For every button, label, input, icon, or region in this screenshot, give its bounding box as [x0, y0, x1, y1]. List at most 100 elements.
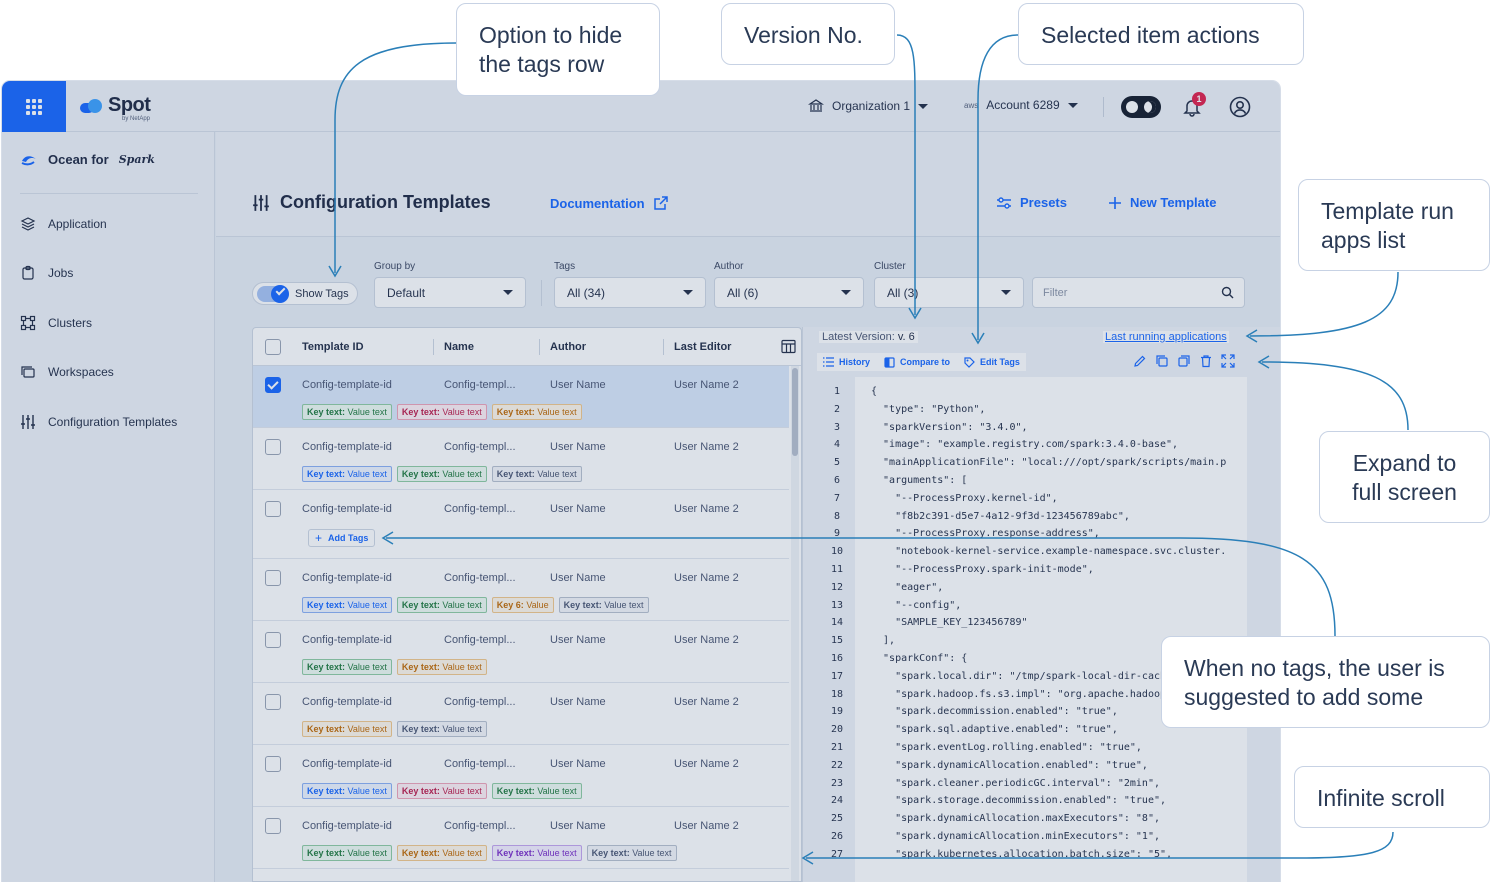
tag-chip[interactable]: Key text: Value text — [302, 659, 392, 675]
sidebar-item-label: Workspaces — [48, 365, 114, 379]
line-number: 16 — [830, 653, 844, 664]
expand-fullscreen-icon[interactable] — [1221, 354, 1235, 368]
user-avatar-icon[interactable] — [1229, 96, 1251, 118]
sidebar-item-clusters[interactable]: Clusters — [20, 313, 92, 333]
tag-chip[interactable]: Key text: Value text — [396, 404, 487, 420]
sidebar-item-workspaces[interactable]: Workspaces — [20, 362, 114, 382]
history-button[interactable]: History — [823, 357, 870, 367]
show-tags-toggle[interactable]: Show Tags — [252, 282, 358, 305]
cell-last-editor: User Name 2 — [674, 696, 739, 708]
tag-chip[interactable]: Key text: Value text — [302, 845, 392, 861]
row-checkbox[interactable] — [265, 818, 281, 834]
tag-key: Key text: — [591, 848, 630, 858]
row-checkbox[interactable] — [265, 756, 281, 772]
tag-chip[interactable]: Key 6: Value — [491, 597, 554, 613]
row-tags: Key text: Value text Key text: Value text… — [302, 597, 649, 613]
row-checkbox[interactable] — [265, 439, 281, 455]
callout-text: suggested to add some — [1184, 684, 1424, 710]
tag-chip[interactable]: Key text: Value text — [396, 783, 487, 799]
row-checkbox[interactable] — [265, 501, 281, 517]
tag-chip[interactable]: Key text: Value text — [302, 466, 392, 482]
tags-select[interactable]: All (34) — [554, 277, 706, 308]
tag-chip[interactable]: Key text: Value text — [586, 845, 677, 861]
tags-value: All (34) — [567, 285, 606, 300]
product-switcher[interactable]: Ocean for Spark — [20, 152, 155, 167]
tag-chip[interactable]: Key text: Value text — [396, 659, 487, 675]
sidebar-item-jobs[interactable]: Jobs — [20, 263, 73, 283]
tag-value: Value text — [537, 786, 577, 796]
sidebar-item-application[interactable]: Application — [20, 214, 107, 234]
tag-chip[interactable]: Key text: Value text — [491, 783, 582, 799]
compare-to-button[interactable]: Compare to — [884, 356, 951, 368]
duplicate-icon[interactable] — [1155, 354, 1169, 368]
table-scrollbar[interactable] — [791, 366, 799, 881]
select-all-checkbox[interactable] — [265, 339, 281, 355]
edit-tags-button[interactable]: Edit Tags — [964, 356, 1020, 368]
cluster-select[interactable]: All (3) — [874, 277, 1024, 308]
tag-chip[interactable]: Key text: Value text — [396, 845, 487, 861]
last-running-applications-link[interactable]: Last running applications — [1103, 331, 1229, 343]
tag-key: Key text: — [307, 848, 346, 858]
line-number: 8 — [833, 510, 841, 522]
column-header-last-editor[interactable]: Last Editor — [674, 341, 731, 353]
table-row[interactable]: Config-template-id Config-templ... User Na… — [253, 366, 789, 428]
edit-icon[interactable] — [1133, 354, 1147, 368]
column-header-template-id[interactable]: Template ID — [302, 341, 364, 353]
code-line: "spark.sql.adaptive.enabled": "true", — [871, 724, 1118, 736]
callout-text: full screen — [1352, 479, 1457, 505]
table-row[interactable]: Config-template-id Config-templ... User Na… — [253, 683, 789, 745]
table-row[interactable]: Config-template-id Config-templ... User Na… — [253, 559, 789, 621]
history-label: History — [839, 357, 871, 367]
documentation-link[interactable]: Documentation — [550, 195, 669, 211]
row-checkbox[interactable] — [265, 694, 281, 710]
add-tags-button[interactable]: + Add Tags — [308, 529, 376, 547]
new-template-button[interactable]: New Template — [1108, 195, 1216, 210]
tag-chip[interactable]: Key text: Value text — [396, 597, 487, 613]
code-editor[interactable]: 1 2 3 4 5 6 7 8 9 10 11 12 13 14 15 16 17 18 19 20 21 22 23 24 2… — [819, 377, 1247, 882]
trash-icon[interactable] — [1199, 354, 1213, 368]
column-header-author[interactable]: Author — [550, 341, 586, 353]
account-selector[interactable]: aws Account 6289 — [964, 98, 1078, 112]
filter-input[interactable]: Filter — [1032, 277, 1245, 308]
scroll-thumb[interactable] — [792, 368, 798, 456]
table-row[interactable]: Config-template-id Config-templ... User Na… — [253, 428, 789, 490]
theme-toggle[interactable] — [1121, 96, 1161, 118]
tag-chip[interactable]: Key text: Value text — [491, 404, 582, 420]
tag-chip[interactable]: Key text: Value text — [302, 721, 392, 737]
app-switcher-button[interactable] — [2, 81, 66, 132]
cell-template-id: Config-template-id — [302, 441, 392, 453]
filter-placeholder: Filter — [1043, 286, 1068, 299]
callout-text: Version No. — [744, 22, 863, 48]
row-checkbox[interactable] — [265, 632, 281, 648]
callout-version: Version No. — [721, 3, 895, 65]
organization-selector[interactable]: Organization 1 — [808, 98, 929, 114]
tag-chip[interactable]: Key text: Value text — [558, 597, 649, 613]
line-gutter: 1 2 3 4 5 6 7 8 9 10 11 12 13 14 15 16 17 18 19 20 21 22 23 24 2… — [819, 377, 855, 882]
tag-chip[interactable]: Key text: Value text — [396, 466, 487, 482]
compare-to-label: Compare to — [900, 357, 951, 367]
author-select[interactable]: All (6) — [714, 277, 864, 308]
tag-chip[interactable]: Key text: Value text — [396, 721, 487, 737]
column-settings-icon[interactable] — [781, 339, 796, 354]
toggle-switch — [257, 284, 289, 303]
table-row[interactable]: Config-template-id Config-templ... User Na… — [253, 621, 789, 683]
presets-button[interactable]: Presets — [996, 195, 1067, 210]
tag-icon — [964, 356, 975, 368]
line-number: 22 — [830, 759, 844, 771]
tag-chip[interactable]: Key text: Value text — [491, 845, 582, 861]
column-header-name[interactable]: Name — [444, 341, 474, 353]
tag-chip[interactable]: Key text: Value text — [302, 783, 392, 799]
tag-chip[interactable]: Key text: Value text — [302, 404, 392, 420]
group-by-select[interactable]: Default — [374, 277, 526, 308]
table-row[interactable]: Config-template-id Config-templ... User Na… — [253, 745, 789, 807]
table-header: Template ID Name Author Last Editor — [253, 328, 801, 366]
table-row[interactable]: Config-template-id Config-templ... User Na… — [253, 807, 789, 869]
table-row[interactable]: Config-template-id Config-templ... User Na… — [253, 490, 789, 559]
sidebar-item-configuration-templates[interactable]: Configuration Templates — [20, 412, 177, 432]
copy-icon[interactable] — [1177, 354, 1191, 368]
tag-chip[interactable]: Key text: Value text — [491, 466, 582, 482]
tag-chip[interactable]: Key text: Value text — [302, 597, 392, 613]
cell-author: User Name — [550, 572, 606, 584]
row-checkbox[interactable] — [265, 377, 281, 393]
row-checkbox[interactable] — [265, 570, 281, 586]
